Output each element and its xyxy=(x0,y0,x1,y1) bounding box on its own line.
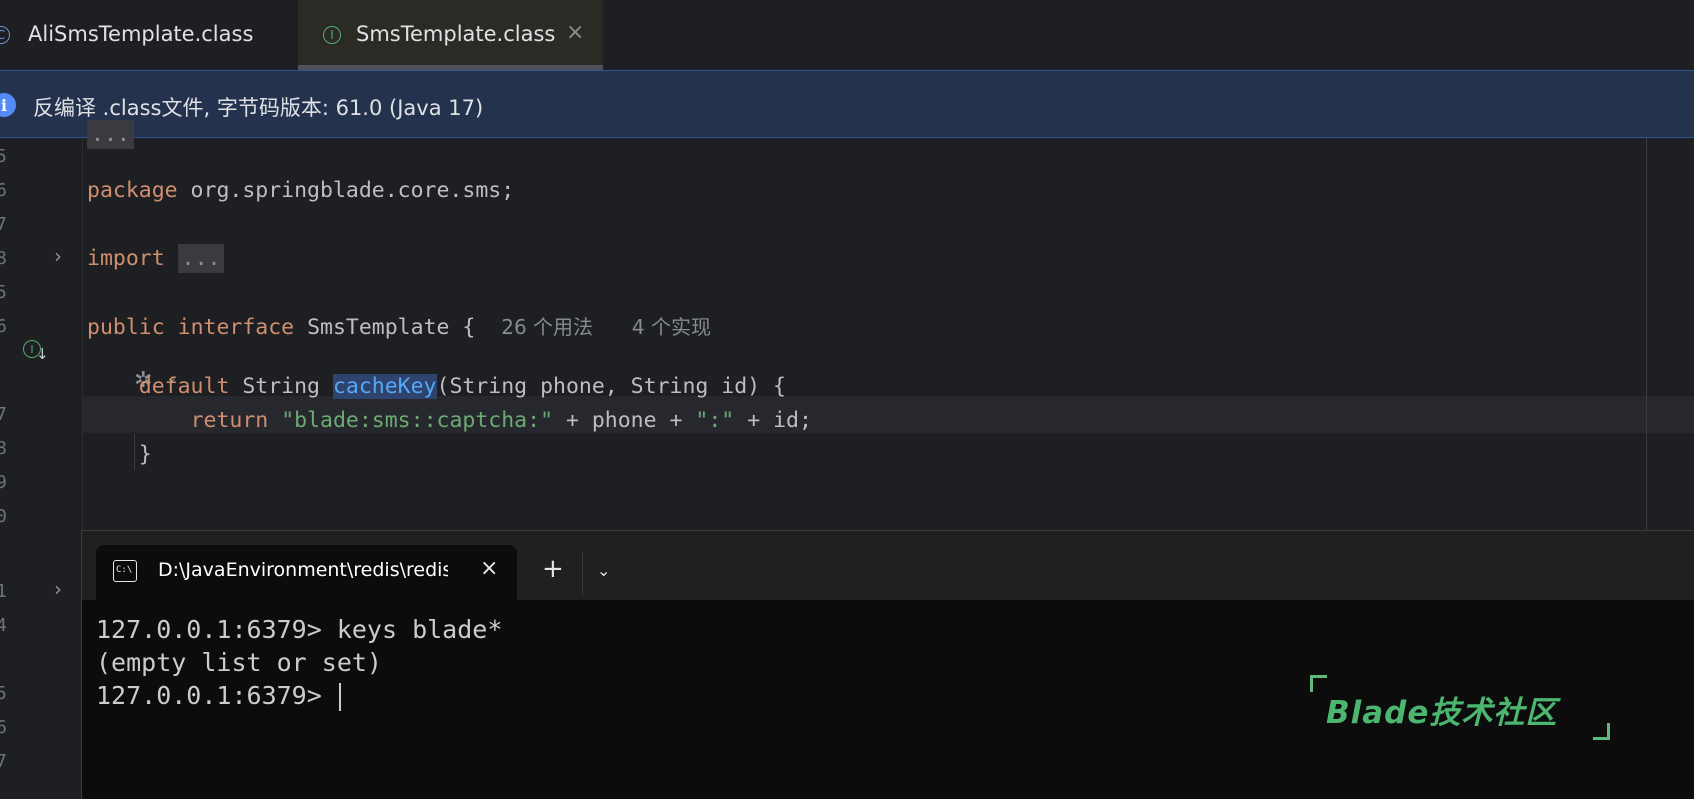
editor-tab-bar: C AliSmsTemplate.class I SmsTemplate.cla… xyxy=(0,0,1694,70)
line-number: 5 xyxy=(0,146,7,167)
tab-bar-divider xyxy=(582,553,583,595)
return-type: String xyxy=(229,374,333,399)
code-line-package: package org.springblade.core.sms; xyxy=(87,178,514,204)
string-literal: "blade:sms::captcha:" xyxy=(281,408,554,433)
terminal-tab[interactable]: C:\ D:\JavaEnvironment\redis\redis-cli.e… xyxy=(96,545,517,601)
terminal-prompt-line[interactable]: 127.0.0.1:6379> xyxy=(96,681,341,711)
line-number: 4 xyxy=(0,615,7,636)
terminal-output-line: (empty list or set) xyxy=(96,648,382,677)
banner-text: 反编译 .class文件, 字节码版本: 61.0 (Java 17) xyxy=(33,96,484,120)
keyword-interface: interface xyxy=(177,315,295,340)
package-name: org.springblade.core.sms; xyxy=(177,178,515,203)
line-number: 8 xyxy=(0,438,7,459)
info-icon: i xyxy=(0,93,16,117)
tab-smstemplate[interactable]: I SmsTemplate.class × xyxy=(298,0,603,70)
expression: + id; xyxy=(734,408,812,433)
keyword-default: default xyxy=(138,374,230,399)
line-number: 6 xyxy=(0,316,7,337)
keyword-package: package xyxy=(87,178,178,203)
chevron-down-icon[interactable]: ⌄ xyxy=(597,561,610,580)
close-tab-icon[interactable]: × xyxy=(566,20,584,45)
terminal-tab-bar: C:\ D:\JavaEnvironment\redis\redis-cli.e… xyxy=(82,531,1694,601)
terminal-window[interactable]: C:\ D:\JavaEnvironment\redis\redis-cli.e… xyxy=(81,530,1694,799)
expand-fold-icon[interactable]: › xyxy=(54,244,62,268)
tab-alismstemplate[interactable]: C AliSmsTemplate.class xyxy=(0,0,298,70)
implementations-arrow-icon[interactable]: ↓ xyxy=(36,345,49,363)
interface-icon: I xyxy=(323,26,341,44)
line-number: 6 xyxy=(0,717,7,738)
tab-label: SmsTemplate.class xyxy=(356,22,556,46)
line-number: 1 xyxy=(0,581,7,602)
right-margin-guide xyxy=(1646,138,1647,538)
string-literal: ":" xyxy=(695,408,735,433)
watermark: Blade技术社区 xyxy=(1310,675,1610,740)
new-tab-button[interactable]: + xyxy=(542,556,564,582)
line-number: 7 xyxy=(0,214,7,235)
terminal-prompt: 127.0.0.1:6379> xyxy=(96,681,337,710)
keyword-return: return xyxy=(190,408,269,433)
line-number: 7 xyxy=(0,404,7,425)
terminal-tab-title: D:\JavaEnvironment\redis\redis-cli.exe xyxy=(158,559,448,581)
watermark-bracket-close xyxy=(1593,723,1610,740)
terminal-icon: C:\ xyxy=(113,560,137,582)
keyword-public: public xyxy=(87,315,165,340)
terminal-output-line: 127.0.0.1:6379> keys blade* xyxy=(96,615,503,644)
close-icon[interactable]: × xyxy=(480,556,498,581)
text-cursor xyxy=(338,683,341,711)
method-name-cachekey[interactable]: cacheKey xyxy=(332,374,437,399)
code-line-return: return "blade:sms::captcha:" + phone + "… xyxy=(87,408,812,434)
keyword-import: import xyxy=(87,246,165,271)
class-icon: C xyxy=(0,26,10,44)
line-number: 7 xyxy=(0,751,7,772)
code-line-method: default String cacheKey(String phone, St… xyxy=(87,374,786,400)
line-number: 5 xyxy=(0,683,7,704)
folded-region[interactable]: ... xyxy=(87,120,134,149)
tab-label: AliSmsTemplate.class xyxy=(28,22,254,46)
line-number: 8 xyxy=(0,248,7,269)
decompiler-info-banner: i 反编译 .class文件, 字节码版本: 61.0 (Java 17) xyxy=(0,70,1694,138)
expand-fold-icon[interactable]: › xyxy=(54,577,62,601)
usages-inlay-hint[interactable]: 26 个用法 xyxy=(501,315,593,339)
interface-name: SmsTemplate { xyxy=(294,315,476,340)
folded-imports[interactable]: ... xyxy=(177,244,225,273)
line-number: 9 xyxy=(0,472,7,493)
code-line-folded-header: ... xyxy=(87,120,134,149)
method-params: (String phone, String id) { xyxy=(436,374,787,399)
watermark-bracket-open xyxy=(1310,675,1327,692)
implementations-inlay-hint[interactable]: 4 个实现 xyxy=(632,315,711,339)
close-brace: } xyxy=(138,442,152,467)
code-line-close-brace: } xyxy=(87,442,152,468)
code-line-interface: public interface SmsTemplate { 26 个用法 4 … xyxy=(87,314,711,341)
line-number: 5 xyxy=(0,282,7,303)
line-number: 6 xyxy=(0,180,7,201)
code-line-import: import ... xyxy=(87,244,225,273)
expression: + phone + xyxy=(553,408,696,433)
watermark-text: Blade技术社区 xyxy=(1326,695,1558,731)
line-number: 0 xyxy=(0,506,7,527)
